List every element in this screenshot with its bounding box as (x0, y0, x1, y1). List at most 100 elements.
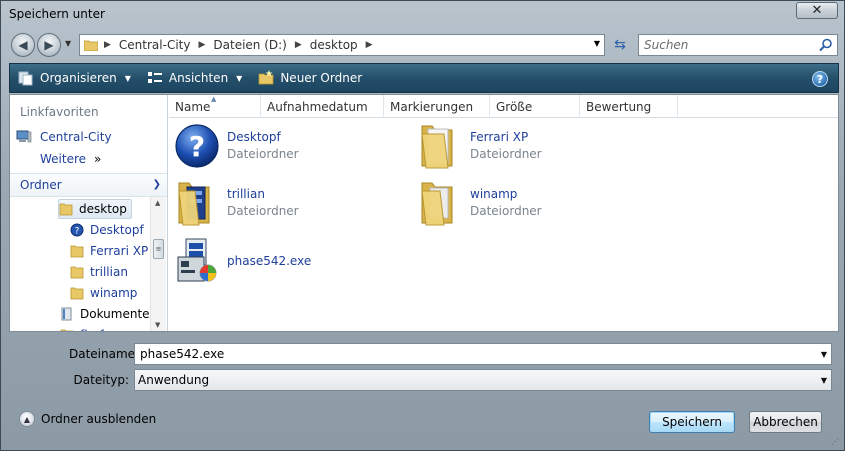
tree-label: desktop (79, 202, 127, 216)
list-item[interactable]: Ferrari XP Dateiordner (416, 122, 542, 170)
tree-item-documents[interactable]: Dokumente (60, 304, 150, 324)
breadcrumb-separator[interactable]: ▶ (295, 40, 302, 50)
column-label: Aufnahmedatum (267, 99, 368, 114)
new-folder-button[interactable]: Neuer Ordner (250, 64, 370, 92)
address-row: ◀ ▶ ▼ ▶ Central-City ▶ Dateien (D:) ▶ de… (9, 31, 839, 59)
breadcrumb-separator[interactable]: ▶ (104, 40, 111, 50)
forward-button[interactable]: ▶ (37, 33, 61, 57)
list-item[interactable]: phase542.exe (173, 237, 311, 285)
arrow-right-icon: ▶ (44, 38, 54, 52)
main-pane: Linkfavoriten Central-City Weitere » Ord… (9, 94, 839, 332)
scroll-up-icon[interactable]: ▲ (155, 199, 160, 207)
item-name: Desktopf (227, 130, 281, 144)
svg-text:?: ? (189, 130, 205, 163)
cancel-button[interactable]: Abbrechen (749, 411, 822, 433)
search-icon[interactable] (819, 38, 833, 52)
folder-icon (70, 266, 84, 279)
list-item[interactable]: trillian Dateiordner (173, 179, 299, 227)
file-list: ▲ Name Aufnahmedatum Markierungen Größe … (169, 95, 838, 331)
tree-label: Desktopf (90, 223, 144, 237)
computer-icon (16, 130, 32, 143)
save-as-dialog: Speichern unter ✕ ◀ ▶ ▼ ▶ Central-City ▶… (0, 0, 845, 451)
svg-text:?: ? (75, 227, 80, 237)
column-date-taken[interactable]: Aufnahmedatum (261, 95, 384, 118)
column-label: Name (175, 99, 211, 114)
folder-tree: desktop ? Desktopf Ferrari XP trillian w… (10, 197, 150, 331)
breadcrumb-separator[interactable]: ▶ (366, 40, 373, 50)
close-button[interactable]: ✕ (796, 2, 838, 19)
filetype-select[interactable]: Anwendung ▼ (134, 369, 832, 391)
favorite-more[interactable]: Weitere » (40, 150, 101, 168)
back-button[interactable]: ◀ (11, 33, 35, 57)
tree-label: Dokumente (80, 307, 150, 321)
folder-icon (173, 179, 221, 227)
item-type: Dateiordner (470, 147, 542, 161)
search-placeholder: Suchen (644, 38, 689, 52)
item-type: Dateiordner (227, 147, 299, 161)
refresh-button[interactable]: ⇆ (609, 34, 631, 56)
tree-item-firefox[interactable]: firefox (60, 325, 118, 331)
organize-label: Organisieren (40, 71, 117, 85)
tree-item-ferrari-xp[interactable]: Ferrari XP (70, 241, 148, 261)
save-button[interactable]: Speichern (649, 411, 735, 433)
column-rating[interactable]: Bewertung (580, 95, 678, 118)
list-item[interactable]: winamp Dateiordner (416, 179, 542, 227)
tree-label: Ferrari XP (90, 244, 149, 258)
filename-field[interactable]: phase542.exe ▼ (134, 343, 832, 365)
item-type: Dateiordner (227, 204, 299, 218)
folders-title: Ordner (20, 178, 62, 192)
help-icon[interactable]: ? (812, 71, 828, 87)
scroll-down-icon[interactable]: ▼ (155, 321, 160, 329)
organize-button[interactable]: Organisieren ▼ (10, 64, 139, 92)
breadcrumb-drive[interactable]: Dateien (D:) (213, 38, 286, 52)
tree-item-desktop[interactable]: desktop (58, 199, 132, 219)
favorite-central-city[interactable]: Central-City (16, 128, 112, 146)
hide-folders-toggle[interactable]: ▲ Ordner ausblenden (19, 411, 156, 427)
chevron-down-icon: ❯ (152, 179, 161, 190)
item-type: Dateiordner (470, 204, 542, 218)
chevron-down-icon[interactable]: ▼ (821, 350, 827, 359)
tree-label: trillian (90, 265, 128, 279)
views-button[interactable]: Ansichten ▼ (139, 64, 250, 92)
chevron-down-icon: ▼ (124, 73, 131, 83)
list-item[interactable]: ? Desktopf Dateiordner (173, 122, 299, 170)
column-size[interactable]: Größe (490, 95, 580, 118)
filename-label: Dateiname: (69, 347, 140, 361)
recent-pages-dropdown[interactable]: ▼ (65, 39, 71, 48)
command-bar: Organisieren ▼ Ansichten ▼ Neuer Ordner … (9, 63, 839, 93)
favorite-label: Central-City (40, 130, 112, 144)
navigation-pane: Linkfavoriten Central-City Weitere » Ord… (10, 95, 168, 331)
column-label: Markierungen (390, 99, 474, 114)
folder-icon (416, 179, 464, 227)
folder-icon (70, 287, 84, 300)
tree-item-desktopf[interactable]: ? Desktopf (70, 220, 144, 240)
folders-header[interactable]: Ordner ❯ (10, 173, 167, 197)
views-icon (147, 72, 162, 83)
more-chevron-icon: » (94, 152, 102, 166)
installer-icon (173, 237, 221, 285)
scroll-thumb[interactable]: ≡ (153, 239, 164, 259)
chevron-down-icon[interactable]: ▼ (594, 39, 600, 48)
tree-scrollbar[interactable]: ▲ ≡ ▼ (150, 197, 166, 331)
address-bar[interactable]: ▶ Central-City ▶ Dateien (D:) ▶ desktop … (79, 34, 605, 56)
breadcrumb-separator[interactable]: ▶ (198, 40, 205, 50)
new-folder-label: Neuer Ordner (280, 71, 363, 85)
search-input[interactable]: Suchen (638, 34, 838, 56)
chevron-up-icon: ▲ (19, 411, 35, 427)
tree-item-winamp[interactable]: winamp (70, 283, 137, 303)
column-name[interactable]: ▲ Name (169, 95, 261, 118)
arrow-left-icon: ◀ (18, 38, 28, 52)
tree-item-trillian[interactable]: trillian (70, 262, 128, 282)
chevron-down-icon[interactable]: ▼ (821, 376, 827, 385)
filetype-label: Dateityp: (73, 373, 129, 387)
tree-label: firefox (80, 328, 118, 331)
title-bar[interactable]: Speichern unter ✕ (1, 1, 844, 29)
column-tags[interactable]: Markierungen (384, 95, 490, 118)
breadcrumb-central-city[interactable]: Central-City (119, 38, 191, 52)
item-name: phase542.exe (227, 253, 312, 268)
breadcrumb-desktop[interactable]: desktop (310, 38, 358, 52)
resize-grip-icon[interactable]: ⋰ (831, 437, 841, 447)
folder-icon (84, 40, 98, 51)
column-label: Größe (496, 99, 533, 114)
filename-value: phase542.exe (140, 347, 225, 361)
